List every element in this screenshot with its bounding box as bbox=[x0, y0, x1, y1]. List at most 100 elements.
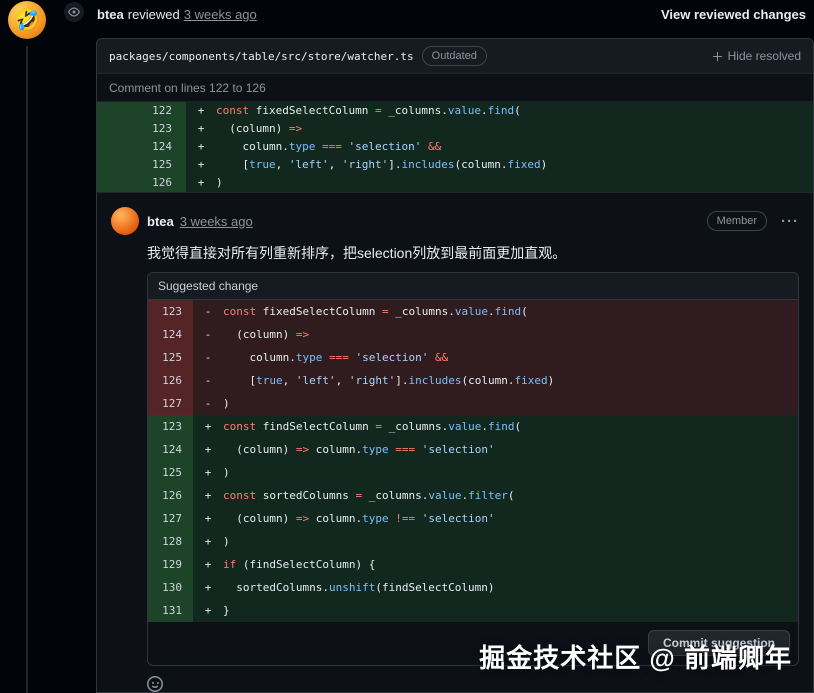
reviewer-name-link[interactable]: btea bbox=[97, 7, 124, 22]
line-number[interactable]: 130 bbox=[148, 575, 193, 599]
line-number[interactable]: 129 bbox=[148, 552, 193, 576]
add-reaction-button[interactable] bbox=[147, 675, 163, 692]
line-number[interactable]: 122 bbox=[97, 102, 186, 120]
watermark-text: 掘金技术社区 @ 前端卿年 bbox=[479, 643, 792, 673]
file-header: packages/components/table/src/store/watc… bbox=[97, 39, 813, 74]
review-action-text: reviewed bbox=[127, 7, 180, 22]
line-number[interactable]: 126 bbox=[148, 368, 193, 392]
fold-icon bbox=[712, 51, 722, 61]
suggestion-block: Suggested change 123- const fixedSelectCo… bbox=[147, 271, 799, 666]
commenter-avatar[interactable] bbox=[111, 207, 139, 235]
file-diff-block: 122 + const fixedSelectColumn = _columns.v… bbox=[97, 102, 813, 193]
suggestion-header: Suggested change bbox=[148, 272, 798, 300]
code-text: ) bbox=[216, 176, 223, 189]
commenter-name-link[interactable]: btea bbox=[147, 214, 174, 229]
diff-line: 129 + if (findSelectColumn) { bbox=[148, 552, 798, 576]
diff-sign: + bbox=[204, 557, 212, 571]
line-number[interactable]: 125 bbox=[148, 460, 193, 484]
comment-body: 我觉得直接对所有列重新排序，把selection列放到最前面更加直观。 bbox=[147, 245, 567, 261]
diff-sign: + bbox=[204, 580, 212, 594]
outdated-badge[interactable]: Outdated bbox=[421, 46, 487, 66]
diff-sign: + bbox=[204, 603, 212, 617]
code-text: const sortedColumns = _columns.value.fil… bbox=[223, 488, 515, 502]
diff-line: 123 + const findSelectColumn = _columns.va… bbox=[148, 414, 798, 438]
kebab-menu-button[interactable]: ··· bbox=[781, 214, 799, 229]
diff-sign: + bbox=[197, 158, 205, 171]
review-time-link[interactable]: 3 weeks ago bbox=[184, 7, 257, 22]
code-text: if (findSelectColumn) { bbox=[223, 557, 376, 571]
diff-sign: + bbox=[204, 419, 212, 433]
line-number[interactable]: 126 bbox=[97, 174, 186, 192]
line-number[interactable]: 123 bbox=[148, 414, 193, 438]
diff-sign: + bbox=[204, 465, 212, 479]
comment-time-link[interactable]: 3 weeks ago bbox=[180, 214, 253, 229]
comment-meta: btea 3 weeks ago bbox=[147, 214, 253, 229]
diff-sign: + bbox=[204, 511, 212, 525]
comment-section: btea 3 weeks ago Member ··· 我觉得直接对所有列重新排序… bbox=[97, 193, 813, 692]
diff-line: 128 +) bbox=[148, 529, 798, 553]
code-text: column.type === 'selection' && bbox=[223, 350, 449, 364]
line-number[interactable]: 131 bbox=[148, 598, 193, 622]
line-number[interactable]: 127 bbox=[148, 391, 193, 415]
diff-sign: - bbox=[204, 373, 212, 387]
smiley-icon bbox=[147, 675, 163, 692]
code-text: column.type === 'selection' && bbox=[216, 140, 442, 153]
suggestion-diff-block: 123- const fixedSelectColumn = _columns.v… bbox=[148, 299, 798, 622]
diff-line: 124 + (column) => column.type === 'select… bbox=[148, 437, 798, 461]
diff-sign: + bbox=[204, 442, 212, 456]
line-number[interactable]: 128 bbox=[148, 529, 193, 553]
reviewer-avatar[interactable]: 🤣 bbox=[8, 1, 46, 39]
diff-line: 126 +) bbox=[97, 174, 813, 192]
diff-sign: + bbox=[197, 140, 205, 153]
diff-line: 130 + sortedColumns.unshift(findSelectCol… bbox=[148, 575, 798, 599]
line-number[interactable]: 124 bbox=[148, 437, 193, 461]
code-text: [true, 'left', 'right'].includes(column.… bbox=[223, 373, 555, 387]
code-text: sortedColumns.unshift(findSelectColumn) bbox=[223, 580, 495, 594]
code-text: ) bbox=[223, 534, 230, 548]
line-number[interactable]: 126 bbox=[148, 483, 193, 507]
diff-line: 126 + const sortedColumns = _columns.value… bbox=[148, 483, 798, 507]
diff-line: 123- const fixedSelectColumn = _columns.v… bbox=[148, 299, 798, 323]
code-text: const fixedSelectColumn = _columns.value… bbox=[223, 304, 528, 318]
diff-line: 127-) bbox=[148, 391, 798, 415]
hide-resolved-label: Hide resolved bbox=[727, 49, 801, 63]
diff-sign: + bbox=[204, 534, 212, 548]
eye-glyph bbox=[68, 7, 80, 17]
code-text: } bbox=[223, 603, 230, 617]
line-number[interactable]: 125 bbox=[148, 345, 193, 369]
line-number[interactable]: 123 bbox=[97, 120, 186, 138]
diff-sign: - bbox=[204, 327, 212, 341]
diff-line: 122 + const fixedSelectColumn = _columns.v… bbox=[97, 102, 813, 120]
diff-line: 123 + (column) => bbox=[97, 120, 813, 138]
comment-range-label: Comment on lines 122 to 126 bbox=[97, 74, 813, 102]
view-reviewed-changes-link[interactable]: View reviewed changes bbox=[661, 7, 806, 22]
diff-line: 125 + [true, 'left', 'right'].includes(co… bbox=[97, 156, 813, 174]
file-path-link[interactable]: packages/components/table/src/store/watc… bbox=[109, 50, 414, 63]
review-event-title: btea reviewed 3 weeks ago bbox=[97, 7, 257, 22]
diff-line: 124 + column.type === 'selection' && bbox=[97, 138, 813, 156]
code-text: (column) => bbox=[223, 327, 310, 341]
line-number[interactable]: 124 bbox=[148, 322, 193, 346]
code-text: ) bbox=[223, 465, 230, 479]
hide-resolved-button[interactable]: Hide resolved bbox=[712, 49, 801, 63]
comment-header: btea 3 weeks ago Member ··· bbox=[111, 207, 799, 235]
line-number[interactable]: 127 bbox=[148, 506, 193, 530]
diff-sign: - bbox=[204, 350, 212, 364]
line-number[interactable]: 123 bbox=[148, 299, 193, 323]
line-number[interactable]: 124 bbox=[97, 138, 186, 156]
diff-sign: + bbox=[197, 104, 205, 117]
line-number[interactable]: 125 bbox=[97, 156, 186, 174]
member-badge: Member bbox=[706, 211, 767, 231]
diff-sign: + bbox=[197, 176, 205, 189]
diff-line: 126- [true, 'left', 'right'].includes(co… bbox=[148, 368, 798, 392]
diff-sign: + bbox=[197, 122, 205, 135]
review-comment-card: packages/components/table/src/store/watc… bbox=[96, 38, 814, 693]
diff-sign: + bbox=[204, 488, 212, 502]
diff-sign: - bbox=[204, 396, 212, 410]
code-text: ) bbox=[223, 396, 230, 410]
code-text: (column) => column.type !== 'selection' bbox=[223, 511, 495, 525]
diff-line: 125- column.type === 'selection' && bbox=[148, 345, 798, 369]
diff-line: 127 + (column) => column.type !== 'select… bbox=[148, 506, 798, 530]
code-text: const findSelectColumn = _columns.value.… bbox=[223, 419, 522, 433]
diff-line: 125 +) bbox=[148, 460, 798, 484]
